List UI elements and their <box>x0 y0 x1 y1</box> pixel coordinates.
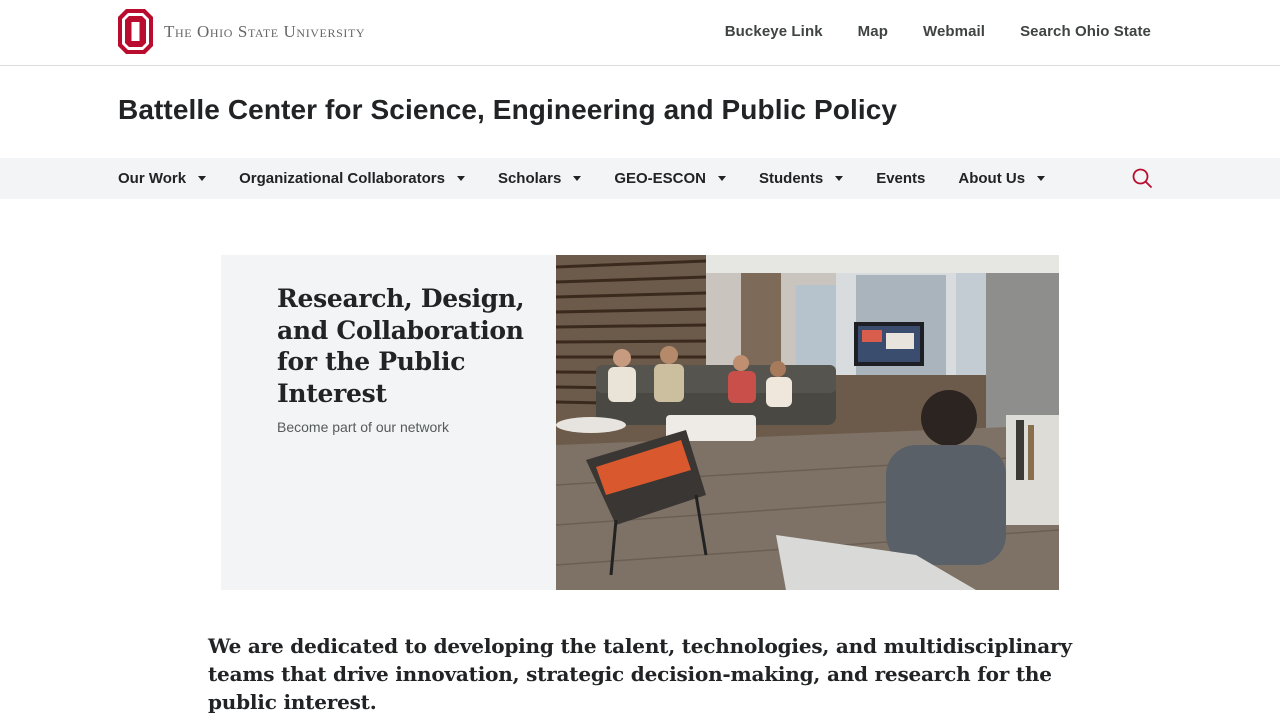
nav-item-label: Events <box>876 170 926 187</box>
site-title[interactable]: Battelle Center for Science, Engineering… <box>118 94 897 126</box>
students-seated-in-lounge-photo <box>556 255 1059 590</box>
university-name: The Ohio State University <box>164 21 366 41</box>
hero-text: Research, Design, and Collaboration for … <box>277 283 547 435</box>
webmail-link[interactable]: Webmail <box>923 23 985 40</box>
block-o-logo-icon <box>118 9 153 54</box>
search-ohio-state-link[interactable]: Search Ohio State <box>1020 23 1151 40</box>
hero-title: Research, Design, and Collaboration for … <box>277 284 525 408</box>
nav-item-label: Our Work <box>118 170 187 187</box>
nav-item-label: Scholars <box>497 170 562 187</box>
caret-down-icon <box>573 176 582 181</box>
map-link[interactable]: Map <box>858 23 888 40</box>
nav-item-events[interactable]: Events <box>876 170 925 187</box>
nav-item-students[interactable]: Students <box>759 170 844 187</box>
nav-item-about-us[interactable]: About Us <box>958 170 1046 187</box>
nav-item-geo-escon[interactable]: GEO-ESCON <box>614 170 727 187</box>
hero-subtitle-link[interactable]: Become part of our network <box>277 419 547 435</box>
caret-down-icon <box>835 176 844 181</box>
buckeye-link-link[interactable]: Buckeye Link <box>725 23 823 40</box>
nav-item-scholars[interactable]: Scholars <box>497 170 582 187</box>
caret-down-icon <box>456 176 465 181</box>
nav-item-label: Organizational Collaborators <box>239 170 445 187</box>
caret-down-icon <box>718 176 727 181</box>
hero-banner: Research, Design, and Collaboration for … <box>221 255 1059 590</box>
main-navigation: Our Work Organizational Collaborators Sc… <box>0 158 1280 199</box>
mission-statement: We are dedicated to developing the talen… <box>208 634 1072 714</box>
hero-photo-illustration <box>556 255 1059 590</box>
nav-item-label: GEO-ESCON <box>614 170 707 187</box>
nav-item-label: About Us <box>958 170 1026 187</box>
utility-links: Buckeye Link Map Webmail Search Ohio Sta… <box>725 23 1151 40</box>
caret-down-icon <box>1037 176 1046 181</box>
nav-item-organizational-collaborators[interactable]: Organizational Collaborators <box>239 170 465 187</box>
university-header: The Ohio State University Buckeye Link M… <box>0 0 1280 66</box>
nav-item-label: Students <box>759 170 824 187</box>
nav-item-our-work[interactable]: Our Work <box>118 170 207 187</box>
search-icon[interactable] <box>1131 167 1153 189</box>
caret-down-icon <box>198 176 207 181</box>
university-logo-link[interactable]: The Ohio State University <box>118 9 365 54</box>
